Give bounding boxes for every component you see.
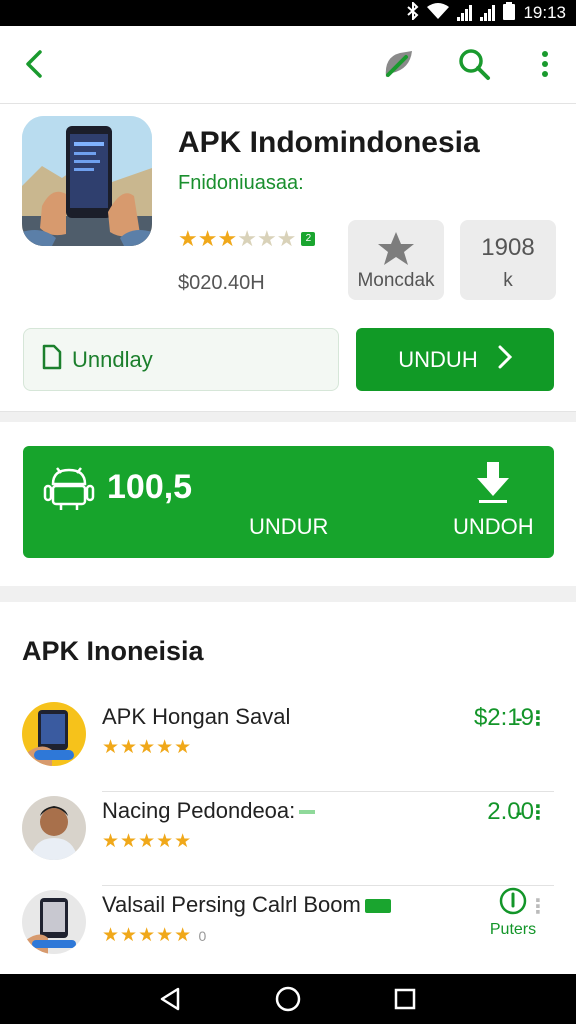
app-price: $020.40H bbox=[178, 272, 265, 294]
signal-icon bbox=[457, 5, 473, 21]
app-developer[interactable]: Fnidoniuasaa: bbox=[178, 172, 304, 195]
download-arrow-icon bbox=[473, 460, 513, 504]
list-item-value: Puters bbox=[489, 921, 537, 938]
wifi-icon bbox=[427, 2, 450, 24]
power-icon bbox=[499, 887, 527, 915]
bluetooth-icon bbox=[407, 0, 419, 25]
avatar bbox=[22, 702, 86, 766]
more-icon[interactable]: - ⋮ bbox=[516, 706, 548, 731]
star-icon bbox=[376, 230, 416, 273]
home-circle-icon[interactable] bbox=[273, 984, 303, 1014]
more-icon[interactable]: ⋮ bbox=[528, 894, 548, 919]
list-item[interactable]: Valsail Persing Calrl Boom ★★★★★ 0 Puter… bbox=[0, 886, 576, 980]
leaf-icon[interactable] bbox=[380, 46, 416, 82]
list-item-name: Valsail Persing Calrl Boom bbox=[102, 892, 391, 918]
back-icon[interactable] bbox=[18, 46, 54, 82]
list-item-stars: ★★★★★ bbox=[102, 831, 193, 852]
stat-label: Moncdak bbox=[357, 270, 435, 291]
stat-value: 1908 bbox=[481, 234, 535, 261]
recents-square-icon[interactable] bbox=[390, 984, 420, 1014]
download-button[interactable]: UNDUH bbox=[356, 328, 554, 391]
star-icon: ★ bbox=[256, 226, 277, 251]
avatar bbox=[22, 890, 86, 954]
app-list-card: APK Inoneisia APK Hongan Saval ★★★★★ $2:… bbox=[0, 602, 576, 974]
app-icon bbox=[22, 116, 152, 246]
rating-stars: ★★★★★★ bbox=[178, 226, 296, 252]
star-icon: ★ bbox=[237, 226, 257, 251]
file-icon bbox=[42, 344, 62, 376]
rating-badge: 2 bbox=[301, 232, 316, 246]
avatar bbox=[22, 796, 86, 860]
promo-value: 100,5 bbox=[107, 468, 193, 506]
system-nav-bar bbox=[0, 974, 576, 1024]
battery-icon bbox=[503, 1, 516, 25]
more-vert-icon[interactable] bbox=[527, 46, 563, 82]
star-icon: ★ bbox=[217, 226, 238, 251]
download-button-label: UNDUH bbox=[398, 346, 478, 372]
app-title: APK Indomindonesia bbox=[178, 126, 480, 159]
chevron-right-icon bbox=[498, 345, 512, 375]
list-item[interactable]: Nacing Pedondeoa: ★★★★★ 2.00 - ⋮ bbox=[0, 792, 576, 886]
promo-card: 100,5 UNDUR UNDOH bbox=[0, 422, 576, 586]
status-time: 19:13 bbox=[523, 3, 566, 22]
list-item-name: APK Hongan Saval bbox=[102, 704, 291, 729]
signal-icon bbox=[480, 5, 496, 21]
search-icon[interactable] bbox=[456, 46, 492, 82]
green-tag bbox=[299, 810, 316, 815]
star-icon: ★ bbox=[276, 226, 297, 251]
list-item-stars: ★★★★★ 0 bbox=[102, 925, 208, 946]
star-icon: ★ bbox=[178, 226, 198, 251]
promo-label: UNDUR bbox=[249, 514, 329, 539]
stat-box-rating: Moncdak bbox=[348, 220, 444, 300]
app-rating: ★★★★★★ 2 bbox=[178, 226, 316, 252]
list-item[interactable]: APK Hongan Saval ★★★★★ $2:19 - ⋮ bbox=[0, 698, 576, 792]
secondary-button[interactable]: Unndlay bbox=[23, 328, 339, 391]
green-tag bbox=[364, 899, 391, 914]
secondary-button-label: Unndlay bbox=[72, 346, 153, 372]
stat-unit: k bbox=[503, 270, 513, 291]
promo-download-label: UNDOH bbox=[453, 514, 534, 539]
back-triangle-icon[interactable] bbox=[156, 984, 186, 1014]
android-icon bbox=[43, 462, 95, 512]
more-icon[interactable]: - ⋮ bbox=[516, 800, 548, 825]
promo-banner[interactable]: 100,5 UNDUR UNDOH bbox=[23, 446, 554, 558]
app-bar bbox=[0, 26, 576, 104]
list-item-name: Nacing Pedondeoa: bbox=[102, 798, 316, 824]
star-icon: ★ bbox=[197, 226, 218, 251]
list-title: APK Inoneisia bbox=[22, 636, 204, 666]
stat-box-downloads: 1908 k bbox=[460, 220, 556, 300]
list-item-stars: ★★★★★ bbox=[102, 737, 193, 758]
app-header-card: APK Indomindonesia Fnidoniuasaa: ★★★★★★ … bbox=[0, 104, 576, 412]
status-bar: 19:13 bbox=[0, 0, 576, 26]
